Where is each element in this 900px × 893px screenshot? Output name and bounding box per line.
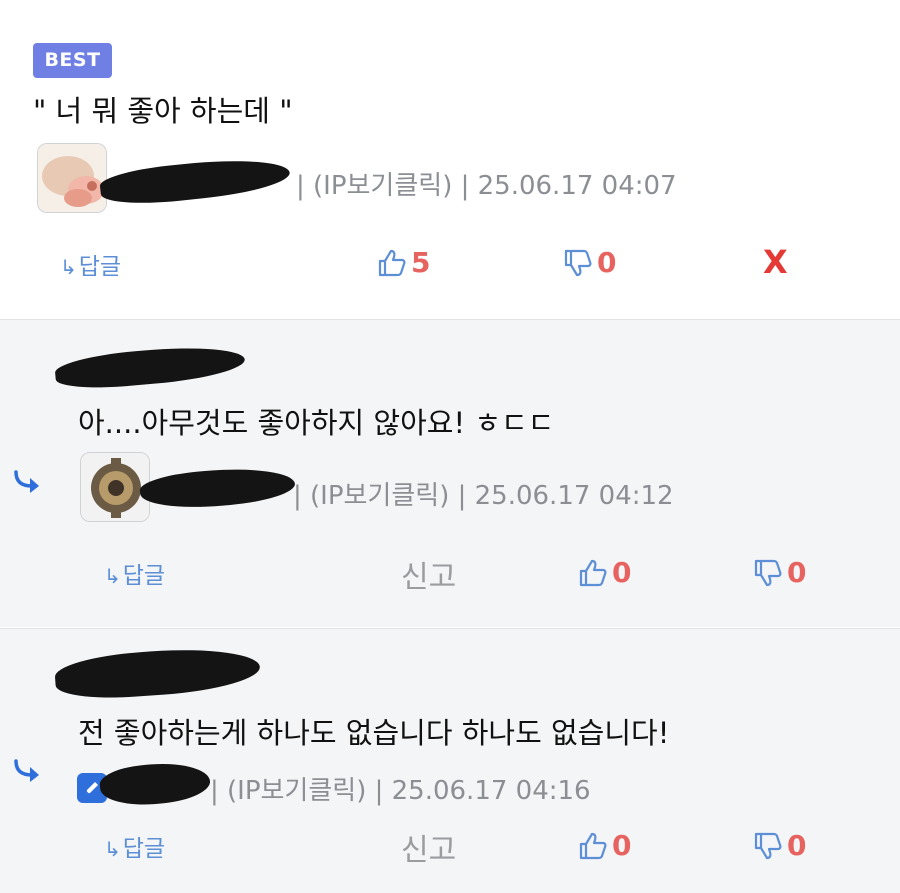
- thumbs-down-icon: [754, 832, 782, 859]
- downvote-count: 0: [787, 829, 807, 862]
- avatar[interactable]: [37, 143, 107, 213]
- comment-text: 전 좋아하는게 하나도 없습니다 하나도 없습니다!: [78, 716, 670, 750]
- upvote-button[interactable]: 5: [377, 246, 430, 279]
- upvote-button[interactable]: 0: [578, 829, 631, 862]
- comment-text: 아....아무것도 좋아하지 않아요! ㅎㄷㄷ: [78, 406, 555, 440]
- downvote-button[interactable]: 0: [563, 246, 616, 279]
- reply-button[interactable]: ↳답글: [60, 247, 121, 281]
- upvote-count: 0: [612, 829, 632, 862]
- upvote-count: 0: [612, 556, 632, 589]
- reply-arrow-icon: [14, 470, 39, 493]
- comment-best: BEST " 너 뭐 좋아 하는데 " | (IP보기클릭) | 25.06.1…: [0, 0, 900, 318]
- upvote-count: 5: [411, 246, 431, 279]
- reply-label: 답글: [122, 563, 166, 589]
- upvote-button[interactable]: 0: [578, 556, 631, 589]
- reply-arrow-icon: ↳: [60, 255, 77, 279]
- reply-label: 답글: [78, 254, 122, 280]
- thumbs-up-icon: [579, 832, 607, 859]
- thumbs-up-icon: [378, 249, 406, 276]
- redacted-nickname: [53, 341, 247, 393]
- downvote-count: 0: [597, 246, 617, 279]
- redacted-nickname: [98, 758, 212, 810]
- comment-reply: 아....아무것도 좋아하지 않아요! ㅎㄷㄷ | (IP보기클릭) | 25.…: [0, 319, 900, 627]
- downvote-button[interactable]: 0: [753, 829, 806, 862]
- redacted-nickname: [53, 643, 262, 703]
- delete-button[interactable]: X: [763, 243, 788, 281]
- best-badge: BEST: [33, 43, 112, 78]
- redacted-nickname: [98, 153, 292, 209]
- report-button[interactable]: 신고: [401, 552, 456, 596]
- reply-arrow-icon: ↳: [104, 837, 121, 861]
- thumbs-down-icon: [754, 559, 782, 586]
- reply-label: 답글: [122, 836, 166, 862]
- reply-arrow-icon: ↳: [104, 564, 121, 588]
- reply-arrow-icon: [14, 759, 39, 782]
- downvote-button[interactable]: 0: [753, 556, 806, 589]
- comment-reply: 전 좋아하는게 하나도 없습니다 하나도 없습니다! | (IP보기클릭) | …: [0, 628, 900, 893]
- comment-meta: | (IP보기클릭) | 25.06.17 04:16: [210, 776, 591, 806]
- redacted-nickname: [138, 463, 297, 513]
- comment-meta: | (IP보기클릭) | 25.06.17 04:07: [296, 171, 677, 201]
- thumbs-down-icon: [564, 249, 592, 276]
- downvote-count: 0: [787, 556, 807, 589]
- report-button[interactable]: 신고: [401, 825, 456, 869]
- comment-text: " 너 뭐 좋아 하는데 ": [33, 94, 293, 128]
- reply-button[interactable]: ↳답글: [104, 556, 165, 590]
- avatar[interactable]: [80, 452, 150, 522]
- comment-meta: | (IP보기클릭) | 25.06.17 04:12: [293, 481, 674, 511]
- thumbs-up-icon: [579, 559, 607, 586]
- reply-button[interactable]: ↳답글: [104, 829, 165, 863]
